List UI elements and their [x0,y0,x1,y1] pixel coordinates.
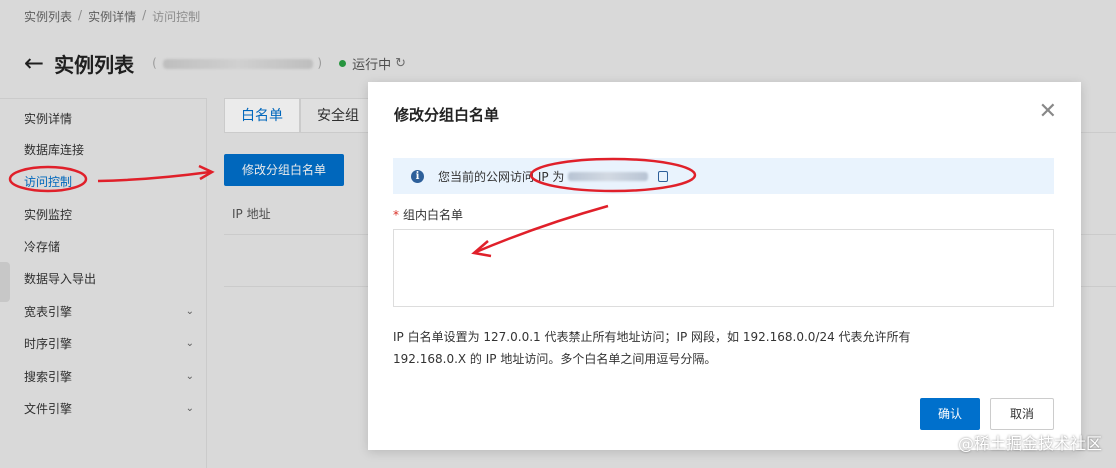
confirm-button[interactable]: 确认 [920,398,980,430]
info-icon: i [411,169,424,183]
dialog-title: 修改分组白名单 [394,106,500,124]
help-text-line: 192.168.0.X 的 IP 地址访问。多个白名单之间用逗号分隔。 [393,352,717,366]
required-asterisk: * [393,208,399,222]
cancel-button[interactable]: 取消 [990,398,1054,430]
whitelist-help-text: IP 白名单设置为 127.0.0.1 代表禁止所有地址访问；IP 网段，如 1… [393,326,1033,370]
field-label-text: 组内白名单 [403,208,464,222]
current-ip-info: i 您当前的公网访问 IP 为 [393,158,1054,194]
whitelist-field-label: * 组内白名单 [393,206,463,223]
current-ip-redacted [568,171,649,181]
whitelist-textarea[interactable] [393,229,1054,307]
close-icon[interactable]: ✕ [1039,100,1057,124]
copy-icon[interactable] [658,170,669,182]
modify-whitelist-dialog: 修改分组白名单 ✕ i 您当前的公网访问 IP 为 * 组内白名单 IP 白名单设… [368,82,1081,450]
info-text: 您当前的公网访问 IP 为 [438,169,565,184]
help-text-line: IP 白名单设置为 127.0.0.1 代表禁止所有地址访问；IP 网段，如 1… [393,330,911,344]
watermark: @稀土掘金技术社区 [957,434,1102,453]
